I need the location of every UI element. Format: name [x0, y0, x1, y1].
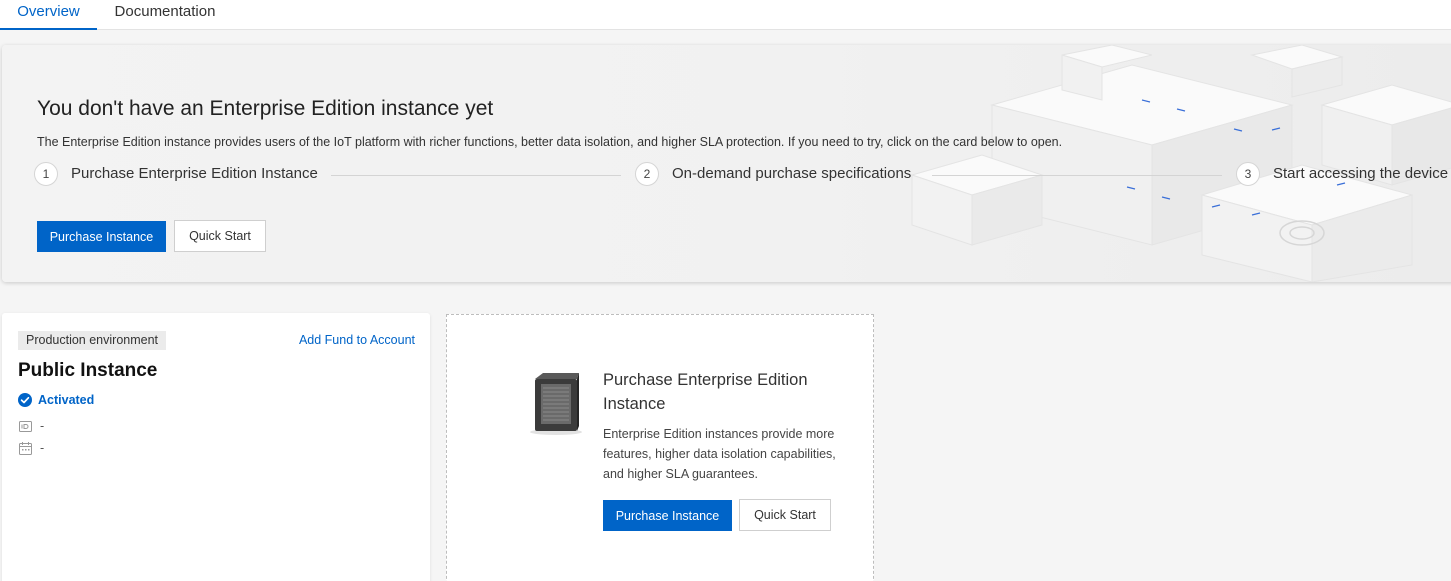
city-illustration	[910, 45, 1451, 282]
purchase-card-description: Enterprise Edition instances provide mor…	[603, 427, 836, 481]
card-quick-start-button[interactable]: Quick Start	[739, 499, 831, 531]
step-3-label: Start accessing the device	[1273, 165, 1449, 182]
public-instance-card[interactable]: Production environment Add Fund to Accou…	[2, 313, 430, 581]
banner-purchase-instance-button[interactable]: Purchase Instance	[37, 221, 166, 252]
purchase-card-title: Purchase Enterprise Edition Instance	[603, 371, 808, 413]
step-connector	[331, 175, 621, 176]
environment-tag: Production environment	[18, 331, 167, 350]
tab-documentation[interactable]: Documentation	[104, 0, 226, 30]
step-1-label: Purchase Enterprise Edition Instance	[71, 165, 318, 182]
check-circle-icon	[18, 393, 32, 407]
banner-description: The Enterprise Edition instance provides…	[37, 135, 1063, 149]
card-purchase-instance-button[interactable]: Purchase Instance	[603, 500, 732, 531]
tab-bar: Overview Documentation	[0, 0, 1451, 30]
banner-title: You don't have an Enterprise Edition ins…	[37, 97, 494, 120]
step-connector	[932, 175, 1222, 176]
server-icon	[530, 373, 582, 435]
step-1-number: 1	[34, 162, 58, 186]
id-card-icon	[19, 421, 32, 432]
instance-date-value: -	[40, 441, 45, 455]
step-3-number: 3	[1236, 162, 1260, 186]
instance-title: Public Instance	[18, 360, 158, 381]
status-badge: Activated	[38, 393, 95, 407]
banner-quick-start-button[interactable]: Quick Start	[174, 220, 266, 252]
purchase-enterprise-card[interactable]: Purchase Enterprise Edition Instance Ent…	[446, 314, 874, 581]
enterprise-banner: You don't have an Enterprise Edition ins…	[2, 45, 1451, 282]
tab-overview[interactable]: Overview	[0, 0, 97, 30]
instance-id-value: -	[40, 419, 45, 433]
calendar-icon	[19, 442, 32, 455]
step-2-number: 2	[635, 162, 659, 186]
step-2-label: On-demand purchase specifications	[672, 165, 912, 182]
add-fund-link[interactable]: Add Fund to Account	[299, 333, 415, 347]
